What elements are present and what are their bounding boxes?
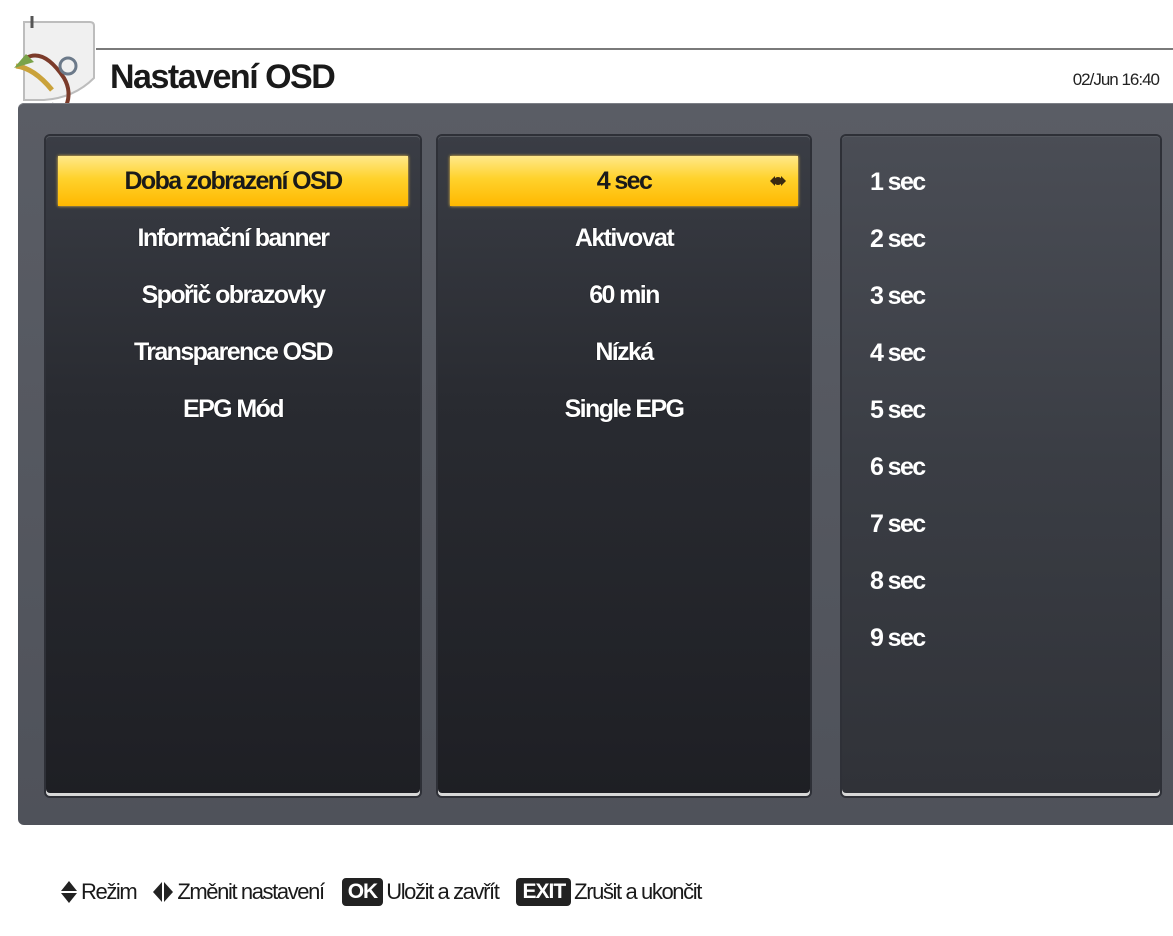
header-divider: [96, 48, 1173, 50]
option-item[interactable]: 3 sec: [870, 276, 926, 316]
option-item[interactable]: 2 sec: [870, 219, 926, 259]
setting-label: Informační banner: [137, 224, 331, 252]
up-down-arrows-icon: [61, 881, 77, 903]
help-ok-label: Uložit a zavřít: [386, 879, 500, 904]
help-ok: OK Uložit a zavřít: [341, 878, 500, 906]
help-mode: Režim: [60, 879, 138, 905]
help-change-label: Změnit nastavení: [177, 879, 325, 904]
setting-value: Nízká: [595, 338, 654, 366]
clock: 02/Jun 16:40: [1072, 70, 1160, 89]
exit-key: EXIT: [516, 878, 572, 906]
setting-value: Aktivovat: [574, 224, 675, 252]
setting-value: 60 min: [589, 281, 660, 309]
left-right-arrows-icon: [770, 176, 786, 186]
ok-key: OK: [341, 878, 384, 906]
option-item[interactable]: 7 sec: [870, 504, 926, 544]
help-exit: EXIT Zrušit a ukončit: [516, 878, 702, 906]
setting-label: Spořič obrazovky: [141, 281, 326, 309]
option-item[interactable]: 8 sec: [870, 561, 926, 601]
option-item[interactable]: 4 sec: [870, 333, 926, 373]
value-item-epg-mode[interactable]: Single EPG: [450, 384, 798, 434]
help-change: Změnit nastavení: [152, 879, 325, 905]
options-panel: 1 sec 2 sec 3 sec 4 sec 5 sec 6 sec 7 se…: [842, 136, 1160, 796]
option-item[interactable]: 1 sec: [870, 162, 926, 202]
settings-list-panel: Doba zobrazení OSD Informační banner Spo…: [46, 136, 420, 796]
setting-item-osd-transparency[interactable]: Transparence OSD: [58, 327, 408, 377]
value-item-screensaver[interactable]: 60 min: [450, 270, 798, 320]
option-item[interactable]: 9 sec: [870, 618, 926, 658]
value-item-osd-duration[interactable]: 4 sec: [450, 156, 798, 206]
setting-label: Transparence OSD: [133, 338, 334, 366]
help-mode-label: Režim: [81, 879, 138, 904]
value-item-info-banner[interactable]: Aktivovat: [450, 213, 798, 263]
help-exit-label: Zrušit a ukončit: [574, 879, 702, 904]
setting-item-screensaver[interactable]: Spořič obrazovky: [58, 270, 408, 320]
value-item-osd-transparency[interactable]: Nízká: [450, 327, 798, 377]
setting-value: Single EPG: [564, 395, 685, 423]
help-bar: Režim Změnit nastavení OK Uložit a zavří…: [60, 874, 702, 910]
option-item[interactable]: 6 sec: [870, 447, 926, 487]
setting-item-epg-mode[interactable]: EPG Mód: [58, 384, 408, 434]
setting-item-osd-duration[interactable]: Doba zobrazení OSD: [58, 156, 408, 206]
setting-item-info-banner[interactable]: Informační banner: [58, 213, 408, 263]
left-right-arrows-icon: [153, 882, 174, 902]
option-item[interactable]: 5 sec: [870, 390, 926, 430]
setting-label: EPG Mód: [183, 395, 285, 423]
settings-values-panel: 4 sec Aktivovat 60 min Nízká Single EPG: [438, 136, 810, 796]
settings-tools-icon: [4, 8, 96, 118]
page-title: Nastavení OSD: [110, 58, 336, 96]
setting-label: Doba zobrazení OSD: [124, 167, 343, 195]
setting-value: 4 sec: [596, 167, 653, 195]
